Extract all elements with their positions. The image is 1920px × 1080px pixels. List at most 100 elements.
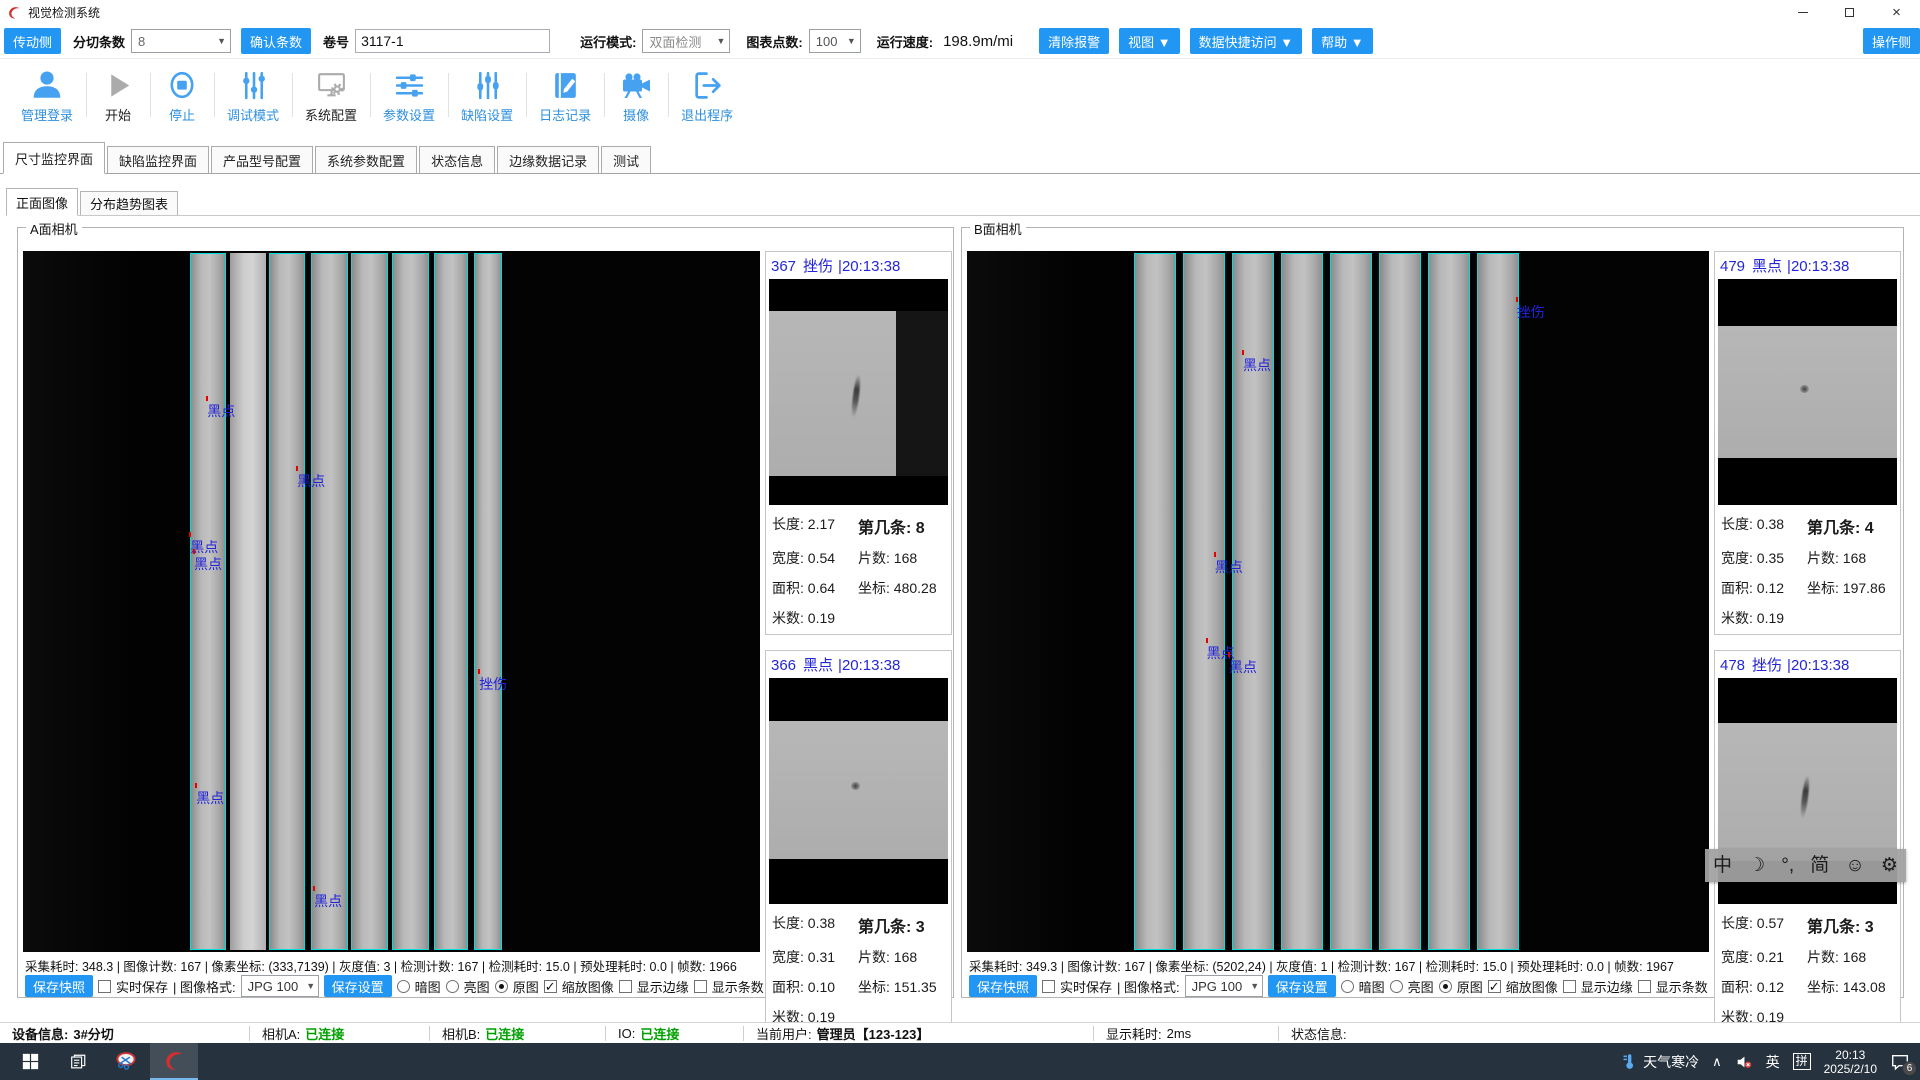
- notification-center-button[interactable]: 6: [1890, 1052, 1910, 1072]
- show-edge-label: 显示边缘: [637, 977, 689, 996]
- toolbar-item-stop[interactable]: 停止: [150, 59, 214, 133]
- dark-image-radio[interactable]: [397, 980, 410, 993]
- toolbar-item-system-config[interactable]: 系统配置: [292, 59, 370, 133]
- app-taskbar-button[interactable]: [150, 1043, 198, 1080]
- minimize-icon: [1798, 12, 1808, 13]
- tray-expand-button[interactable]: ∧: [1712, 1054, 1722, 1070]
- show-strips-label: 显示条数: [712, 977, 764, 996]
- ime-item[interactable]: 中: [1713, 856, 1732, 875]
- show-edge-checkbox[interactable]: [1563, 980, 1576, 993]
- tabs-3[interactable]: 系统参数配置: [315, 146, 417, 173]
- defect-annotation: 黑点: [194, 554, 222, 574]
- slit-count-select[interactable]: 8▼: [131, 29, 231, 53]
- ime-indicator[interactable]: 拼: [1793, 1053, 1811, 1070]
- subtabs-0[interactable]: 正面图像: [6, 188, 78, 216]
- defect-card[interactable]: 478挫伤|20:13:38 长度: 0.57 第几条: 3 宽度: 0.21 …: [1714, 650, 1901, 1034]
- defect-info: 长度: 0.38 第几条: 3 宽度: 0.31 片数: 168 面积: 0.1…: [769, 904, 948, 1027]
- bright-image-radio[interactable]: [446, 980, 459, 993]
- toolbar-item-play[interactable]: 开始: [86, 59, 150, 133]
- show-edge-label: 显示边缘: [1581, 977, 1633, 996]
- help-menu-button[interactable]: 帮助 ▼: [1312, 28, 1372, 54]
- close-button[interactable]: ×: [1873, 0, 1920, 24]
- view-menu-button[interactable]: 视图 ▼: [1119, 28, 1179, 54]
- data-quick-access-button[interactable]: 数据快捷访问 ▼: [1190, 28, 1302, 54]
- defect-header: 367挫伤|20:13:38: [769, 254, 948, 279]
- defect-card[interactable]: 367挫伤|20:13:38 长度: 2.17 第几条: 8 宽度: 0.54 …: [765, 251, 952, 635]
- zoom-image-checkbox[interactable]: [1488, 980, 1501, 993]
- bright-image-radio[interactable]: [1390, 980, 1403, 993]
- roll-number-input[interactable]: 3117-1: [355, 29, 550, 53]
- toolbar-item-label: 缺陷设置: [461, 105, 513, 124]
- realtime-save-checkbox[interactable]: [1042, 980, 1055, 993]
- chevron-down-icon: ▼: [302, 981, 319, 991]
- sub-tabstrip: 正面图像分布趋势图表: [6, 186, 1920, 216]
- realtime-save-label: 实时保存: [1060, 977, 1112, 996]
- show-strips-checkbox[interactable]: [1638, 980, 1651, 993]
- ime-item[interactable]: ⚙: [1881, 856, 1898, 875]
- tabs-5[interactable]: 边缘数据记录: [497, 146, 599, 173]
- defect-info: 长度: 0.57 第几条: 3 宽度: 0.21 片数: 168 面积: 0.1…: [1718, 904, 1897, 1027]
- image-format-select[interactable]: JPG 100▼: [1185, 975, 1263, 997]
- toolbar-item-defect-settings[interactable]: 缺陷设置: [448, 59, 526, 133]
- original-image-radio[interactable]: [1439, 980, 1452, 993]
- drive-side-button[interactable]: 传动侧: [4, 28, 61, 54]
- clear-alarm-button[interactable]: 清除报警: [1039, 28, 1109, 54]
- show-strips-label: 显示条数: [1656, 977, 1708, 996]
- film-strip: [434, 253, 468, 950]
- realtime-save-checkbox[interactable]: [98, 980, 111, 993]
- chart-points-select[interactable]: 100▼: [809, 29, 861, 53]
- save-snapshot-button[interactable]: 保存快照: [25, 975, 93, 997]
- defect-card[interactable]: 479黑点|20:13:38 长度: 0.38 第几条: 4 宽度: 0.35 …: [1714, 251, 1901, 635]
- start-button[interactable]: [6, 1043, 54, 1080]
- confirm-count-button[interactable]: 确认条数: [241, 28, 311, 54]
- run-mode-select[interactable]: 双面检测▼: [642, 29, 730, 53]
- toolbar-item-log[interactable]: 日志记录: [526, 59, 604, 133]
- defect-card[interactable]: 366黑点|20:13:38 长度: 0.38 第几条: 3 宽度: 0.31 …: [765, 650, 952, 1034]
- tabs-2[interactable]: 产品型号配置: [211, 146, 313, 173]
- defect-header: 478挫伤|20:13:38: [1718, 653, 1897, 678]
- toolbar-item-debug-mode[interactable]: 调试模式: [214, 59, 292, 133]
- toolbar-item-param-settings[interactable]: 参数设置: [370, 59, 448, 133]
- zoom-image-checkbox[interactable]: [544, 980, 557, 993]
- toolbar-item-user[interactable]: 管理登录: [8, 59, 86, 133]
- toolbar-item-video-camera[interactable]: 摄像: [604, 59, 668, 133]
- defect-thumbnail: [1718, 279, 1897, 505]
- tabs-0[interactable]: 尺寸监控界面: [3, 142, 105, 174]
- defect-settings-icon: [471, 67, 504, 103]
- camera-a-controls: 保存快照 实时保存 | 图像格式: JPG 100▼ 保存设置 暗图 亮图 原图…: [25, 973, 764, 999]
- ime-item[interactable]: ☽: [1748, 856, 1765, 875]
- task-view-button[interactable]: [54, 1043, 102, 1080]
- film-strip: [392, 253, 429, 950]
- tabs-1[interactable]: 缺陷监控界面: [107, 146, 209, 173]
- save-snapshot-button[interactable]: 保存快照: [969, 975, 1037, 997]
- original-image-radio[interactable]: [495, 980, 508, 993]
- ime-item[interactable]: ☺: [1845, 856, 1864, 875]
- video-camera-icon: [619, 67, 653, 103]
- weather-widget[interactable]: 天气寒冷: [1621, 1052, 1699, 1072]
- operate-side-button[interactable]: 操作侧: [1863, 28, 1920, 54]
- defect-annotation: 黑点: [1215, 557, 1243, 577]
- snipping-tool-button[interactable]: [102, 1043, 150, 1080]
- subtabs-1[interactable]: 分布趋势图表: [80, 191, 178, 215]
- volume-muted-button[interactable]: [1735, 1053, 1753, 1071]
- ime-item[interactable]: °,: [1781, 856, 1794, 875]
- save-settings-button[interactable]: 保存设置: [324, 975, 392, 997]
- image-format-select[interactable]: JPG 100▼: [241, 975, 319, 997]
- minimize-button[interactable]: [1779, 0, 1826, 24]
- dark-image-radio[interactable]: [1341, 980, 1354, 993]
- maximize-button[interactable]: [1826, 0, 1873, 24]
- clock[interactable]: 20:13 2025/2/10: [1824, 1048, 1877, 1076]
- show-strips-checkbox[interactable]: [694, 980, 707, 993]
- language-indicator[interactable]: 英: [1766, 1052, 1780, 1072]
- tabs-4[interactable]: 状态信息: [419, 146, 495, 173]
- camera-a-connection: 相机A:已连接: [250, 1026, 430, 1041]
- save-settings-button[interactable]: 保存设置: [1268, 975, 1336, 997]
- ime-item[interactable]: 简: [1810, 856, 1829, 875]
- ime-language-bar[interactable]: 中 ☽ °, 简 ☺ ⚙: [1705, 849, 1906, 882]
- toolbar-item-exit[interactable]: 退出程序: [668, 59, 746, 133]
- tabs-6[interactable]: 测试: [601, 146, 651, 173]
- status-badge: 已连接: [305, 1024, 344, 1043]
- main-tabstrip: 尺寸监控界面缺陷监控界面产品型号配置系统参数配置状态信息边缘数据记录测试: [0, 140, 1920, 174]
- exit-icon: [691, 67, 724, 103]
- show-edge-checkbox[interactable]: [619, 980, 632, 993]
